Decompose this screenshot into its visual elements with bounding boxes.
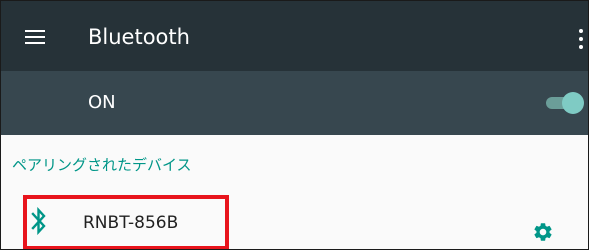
- device-name: RNBT-856B: [83, 213, 179, 233]
- bluetooth-icon: [31, 207, 46, 235]
- paired-device-row[interactable]: RNBT-856B: [1, 197, 588, 249]
- paired-devices-header: ペアリングされたデバイス: [12, 156, 192, 174]
- app-bar: Bluetooth: [1, 1, 588, 71]
- gear-icon[interactable]: [532, 221, 554, 243]
- toggle-thumb: [562, 92, 584, 114]
- switch-state-label: ON: [88, 92, 116, 113]
- more-vert-icon[interactable]: [579, 29, 585, 53]
- bluetooth-settings-screen: Bluetooth ON ペアリングされたデバイス RNBT-856B: [0, 0, 589, 250]
- bluetooth-master-switch-bar[interactable]: ON: [1, 71, 588, 135]
- menu-icon[interactable]: [25, 30, 45, 44]
- bluetooth-toggle[interactable]: [546, 92, 586, 114]
- page-title: Bluetooth: [88, 25, 190, 49]
